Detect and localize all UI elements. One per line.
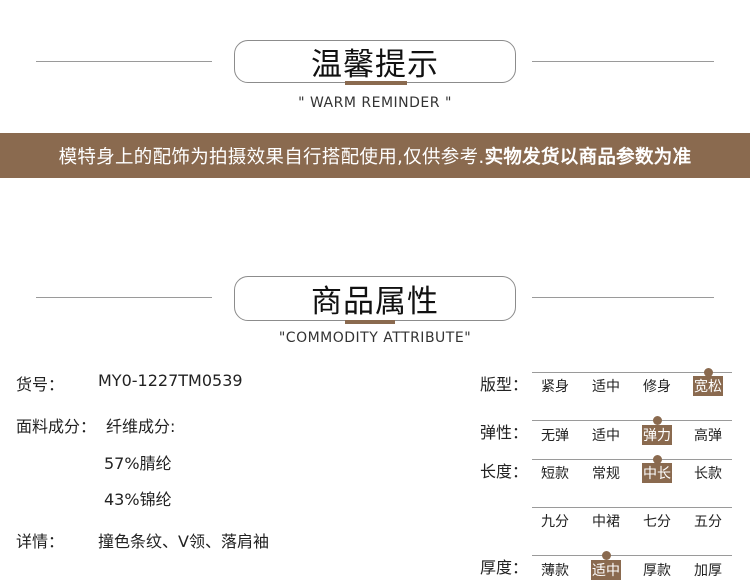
fit-option-1: 紧身: [541, 379, 569, 395]
thickness-option-1: 薄款: [541, 563, 569, 579]
elastic-option-3-selected: 弹力: [642, 425, 672, 445]
thickness-label: 厚度：: [480, 558, 529, 577]
thickness-option-2-selected: 适中: [591, 560, 621, 580]
fit-label: 版型：: [480, 375, 529, 394]
elastic-option-4: 高弹: [694, 428, 722, 444]
sku-value: MY0-1227TM0539: [98, 371, 243, 390]
fit-option-2: 适中: [592, 379, 620, 395]
fit-option-3: 修身: [643, 379, 671, 395]
length2-option-3: 七分: [643, 514, 671, 530]
thickness-indicator: [602, 551, 611, 560]
elastic-option-2: 适中: [592, 428, 620, 444]
length2-option-4: 五分: [694, 514, 722, 530]
fabric-line-1: 57%腈纶: [104, 454, 172, 473]
attribute-subtitle: "COMMODITY ATTRIBUTE": [278, 330, 472, 346]
fit-options: 紧身 适中 修身 宽松: [540, 376, 740, 398]
length-option-3-selected: 中长: [642, 463, 672, 483]
divider-left-attribute: [36, 297, 212, 298]
elastic-option-1: 无弹: [541, 428, 569, 444]
fit-option-4-selected: 宽松: [693, 376, 723, 396]
attribute-title-box: 商品属性: [234, 276, 516, 321]
length-label: 长度：: [480, 462, 529, 481]
reminder-accent-bar: [345, 81, 407, 85]
thickness-options: 薄款 适中 厚款 加厚: [540, 560, 740, 582]
elastic-options: 无弹 适中 弹力 高弹: [540, 425, 740, 447]
banner-text-bold: 实物发货以商品参数为准: [484, 146, 692, 168]
elastic-indicator: [653, 416, 662, 425]
thickness-line: [532, 555, 732, 556]
reminder-title: 温馨提示: [311, 47, 439, 83]
elastic-label: 弹性：: [480, 423, 529, 442]
thickness-option-3: 厚款: [643, 563, 671, 579]
fabric-label: 面料成分：: [16, 417, 97, 436]
fabric-value: 纤维成分:: [106, 417, 176, 436]
fit-line: [532, 372, 732, 373]
length-option-2: 常规: [592, 466, 620, 482]
length-option-1: 短款: [541, 466, 569, 482]
reminder-subtitle: " WARM REMINDER ": [298, 95, 452, 111]
detail-value: 撞色条纹、V领、落肩袖: [98, 532, 269, 551]
reminder-title-box: 温馨提示: [234, 40, 516, 83]
length-options-2: 九分 中裙 七分 五分: [540, 511, 740, 533]
length-line: [532, 459, 732, 460]
attribute-title: 商品属性: [311, 284, 439, 320]
attribute-accent-bar: [345, 320, 395, 324]
reminder-banner: 模特身上的配饰为拍摄效果自行搭配使用,仅供参考. 实物发货以商品参数为准: [0, 133, 750, 178]
fabric-line-2: 43%锦纶: [104, 490, 172, 509]
banner-text: 模特身上的配饰为拍摄效果自行搭配使用,仅供参考.: [58, 146, 485, 168]
divider-left-reminder: [36, 61, 212, 62]
length-option-4: 长款: [694, 466, 722, 482]
divider-right-attribute: [532, 297, 714, 298]
detail-label: 详情：: [16, 532, 65, 551]
divider-right-reminder: [532, 61, 714, 62]
sku-label: 货号：: [16, 375, 65, 394]
elastic-line: [532, 420, 732, 421]
length2-option-1: 九分: [541, 514, 569, 530]
thickness-option-4: 加厚: [694, 563, 722, 579]
length2-option-2: 中裙: [592, 514, 620, 530]
length-options: 短款 常规 中长 长款: [540, 463, 740, 485]
length-line-2: [532, 507, 732, 508]
